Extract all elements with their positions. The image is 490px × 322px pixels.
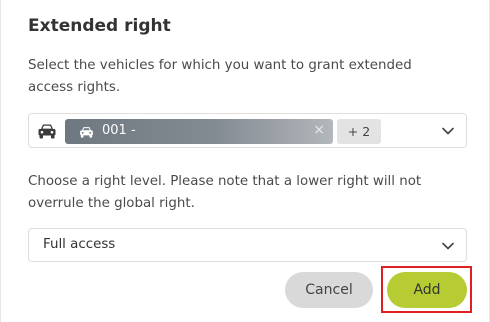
chevron-down-icon[interactable] (442, 127, 454, 135)
dialog-title: Extended right (28, 16, 171, 36)
vehicles-description: Select the vehicles for which you want t… (28, 58, 412, 95)
car-icon (38, 124, 56, 139)
vehicle-chip-label: 001 - (102, 123, 136, 138)
level-description: Choose a right level. Please note that a… (28, 174, 422, 211)
car-icon (80, 127, 93, 138)
more-vehicles-badge[interactable]: + 2 (337, 119, 381, 144)
cancel-button[interactable]: Cancel (285, 272, 373, 308)
vehicle-multiselect[interactable]: 001 - × + 2 (28, 113, 467, 148)
right-level-value: Full access (43, 237, 116, 252)
chevron-down-icon[interactable] (442, 242, 454, 250)
right-level-select[interactable]: Full access (28, 228, 467, 262)
add-button-highlight (381, 266, 472, 313)
selected-vehicle-chip: 001 - × (65, 119, 333, 144)
remove-chip-icon[interactable]: × (313, 122, 325, 138)
extended-right-dialog: Extended right Select the vehicles for w… (0, 0, 490, 322)
